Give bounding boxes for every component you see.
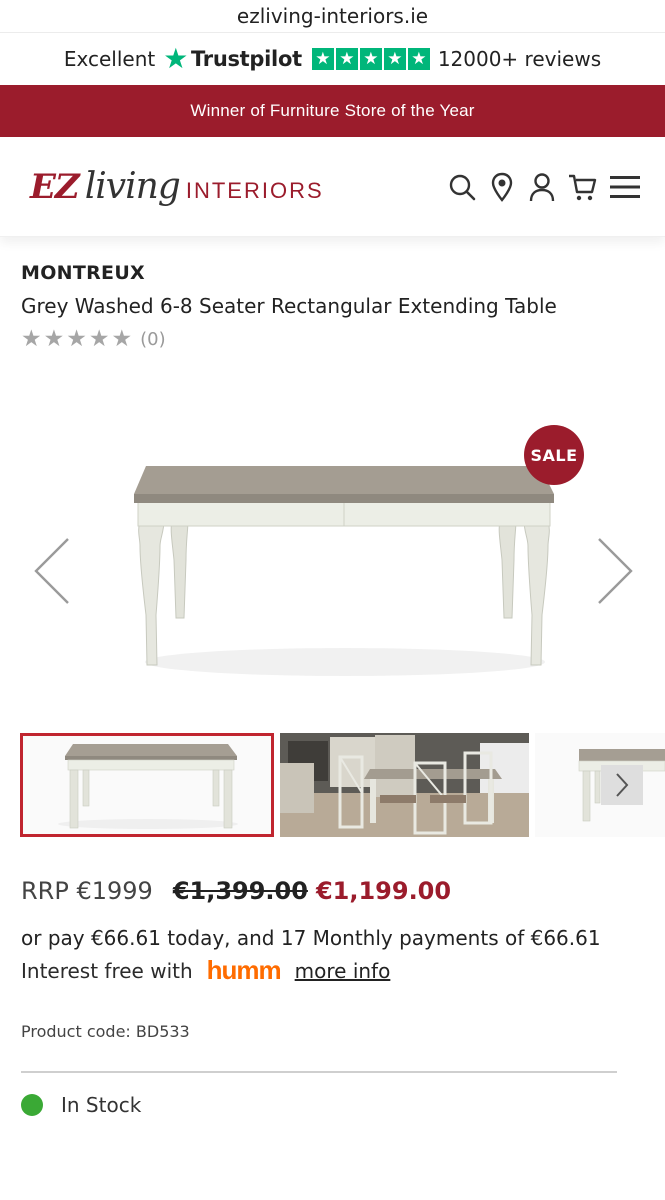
search-icon[interactable]	[447, 171, 477, 203]
account-icon[interactable]	[527, 171, 557, 203]
thumbnail-dining-room[interactable]	[279, 733, 530, 837]
thumbnail-table-side[interactable]	[535, 733, 665, 837]
location-pin-icon[interactable]	[487, 171, 517, 203]
finance-text: or pay €66.61 today, and 17 Monthly paym…	[21, 926, 601, 950]
divider	[21, 1071, 617, 1073]
product-header: MONTREUX Grey Washed 6-8 Seater Rectangu…	[0, 237, 665, 351]
star-icon: ★	[21, 326, 42, 352]
chevron-left-icon[interactable]	[30, 535, 74, 607]
humm-logo-text: humm	[206, 955, 282, 985]
sale-badge-text: SALE	[530, 445, 578, 465]
thumbnail-next-button[interactable]	[601, 765, 644, 805]
star-icon: ★	[163, 42, 189, 75]
chevron-right-icon	[616, 773, 629, 797]
star-icon: ★	[111, 326, 133, 352]
price-row: RRP €1999 €1,399.00 €1,199.00	[21, 877, 644, 905]
sale-price: €1,199.00	[315, 877, 452, 905]
url-text: ezliving-interiors.ie	[236, 4, 429, 28]
logo-ez: EZ	[30, 167, 80, 207]
star-icon: ★	[335, 48, 358, 70]
site-header: EZ living INTERIORS	[0, 137, 665, 237]
rating-count: (0)	[140, 329, 166, 350]
stock-label: In Stock	[61, 1093, 142, 1117]
product-title: Grey Washed 6-8 Seater Rectangular Exten…	[21, 294, 557, 318]
rrp-price: RRP €1999	[21, 877, 153, 905]
star-icon: ★	[359, 48, 382, 70]
chevron-right-icon[interactable]	[593, 535, 637, 607]
trustpilot-logo: ★ Trustpilot	[163, 45, 302, 73]
star-icon: ★	[383, 48, 406, 70]
promo-text: Winner of Furniture Store of the Year	[190, 101, 475, 120]
thumbnail-table-front[interactable]	[20, 733, 274, 837]
logo-living: living	[84, 166, 181, 207]
trustpilot-stars: ★ ★ ★ ★ ★	[311, 48, 430, 70]
promo-banner[interactable]: Winner of Furniture Store of the Year	[0, 85, 665, 137]
humm-logo: humm	[206, 955, 282, 986]
star-icon: ★	[311, 48, 334, 70]
interest-free-label: Interest free with	[21, 958, 193, 983]
sale-badge: SALE	[524, 425, 584, 485]
menu-icon[interactable]	[607, 171, 643, 203]
trustpilot-brand: Trustpilot	[191, 47, 302, 71]
browser-url-bar[interactable]: ezliving-interiors.ie	[0, 0, 665, 33]
star-icon: ★	[66, 326, 87, 352]
star-icon: ★	[88, 326, 110, 352]
product-code: Product code: BD533	[21, 1022, 190, 1041]
cart-icon[interactable]	[567, 171, 597, 203]
thumbnail-strip	[20, 733, 665, 839]
humm-row: Interest free with humm more info	[21, 955, 644, 986]
product-rating[interactable]: ★ ★ ★ ★ ★ (0)	[21, 328, 644, 351]
site-logo[interactable]: EZ living INTERIORS	[30, 166, 324, 207]
trustpilot-bar[interactable]: Excellent ★ Trustpilot ★ ★ ★ ★ ★ 12000+ …	[0, 33, 665, 85]
product-brand: MONTREUX	[21, 262, 146, 284]
logo-interiors: INTERIORS	[185, 178, 324, 203]
star-icon: ★	[43, 326, 65, 352]
more-info-link[interactable]: more info	[295, 959, 391, 983]
stock-status: In Stock	[21, 1093, 644, 1117]
header-actions	[447, 171, 643, 203]
rating-word: Excellent	[63, 47, 156, 71]
review-count: 12000+ reviews	[437, 47, 602, 71]
star-icon: ★	[407, 48, 430, 70]
in-stock-indicator-icon	[21, 1094, 43, 1116]
pricing-section: RRP €1999 €1,399.00 €1,199.00 or pay €66…	[21, 877, 644, 1117]
was-price: €1,399.00	[172, 877, 308, 905]
